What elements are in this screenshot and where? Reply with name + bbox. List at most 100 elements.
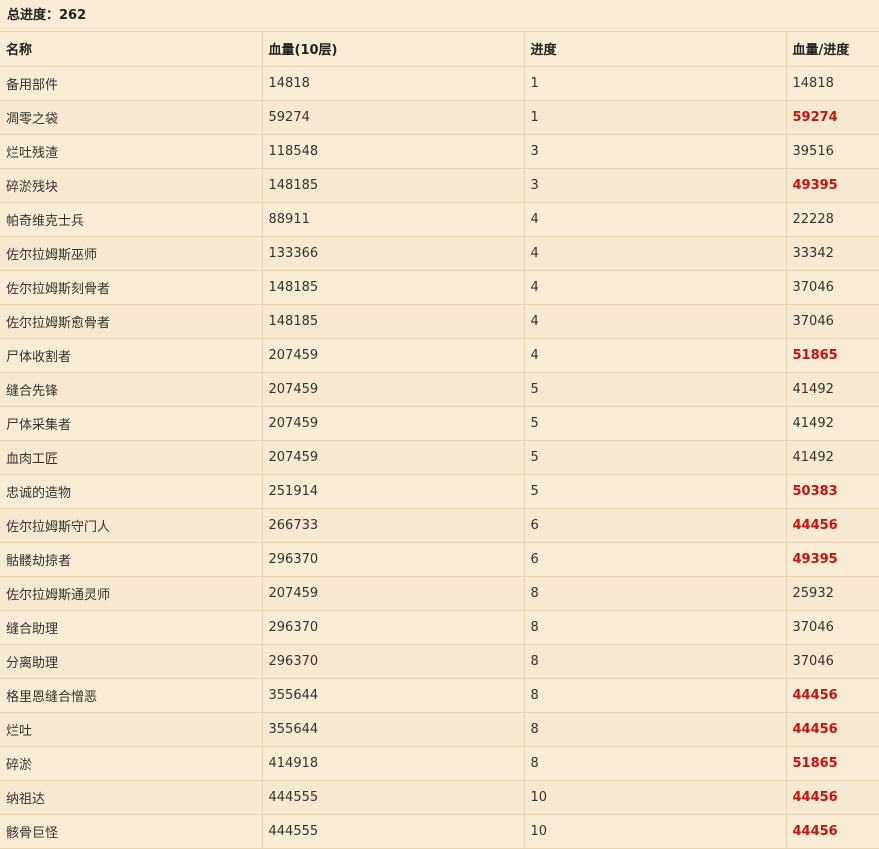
cell-hp-per-progress: 33342 (785, 236, 879, 271)
cell-progress: 8 (523, 644, 786, 679)
cell-progress: 5 (523, 474, 786, 509)
cell-progress: 4 (523, 270, 786, 305)
cell-hp-per-progress: 44456 (785, 508, 879, 543)
table-row: 缝合助理 296370 8 37046 (0, 610, 879, 645)
cell-progress: 8 (523, 746, 786, 781)
table-row: 碎淤残块 148185 3 49395 (0, 168, 879, 203)
cell-name: 佐尔拉姆斯通灵师 (0, 576, 262, 611)
cell-hp: 414918 (261, 746, 524, 781)
cell-hp: 266733 (261, 508, 524, 543)
column-header-name: 名称 (0, 32, 262, 67)
total-progress-label: 总进度： (7, 8, 60, 23)
table-row: 骸骨巨怪 444555 10 44456 (0, 814, 879, 849)
cell-progress: 5 (523, 372, 786, 407)
cell-hp-per-progress: 59274 (785, 100, 879, 135)
cell-hp: 14818 (261, 66, 524, 101)
cell-progress: 3 (523, 134, 786, 169)
cell-name: 烂吐残渣 (0, 134, 262, 169)
cell-progress: 1 (523, 66, 786, 101)
cell-hp: 444555 (261, 780, 524, 815)
cell-hp: 296370 (261, 610, 524, 645)
cell-hp-per-progress: 22228 (785, 202, 879, 237)
column-header-hp: 血量(10层) (261, 32, 524, 67)
cell-progress: 4 (523, 236, 786, 271)
cell-progress: 6 (523, 542, 786, 577)
table-row: 骷髅劫掠者 296370 6 49395 (0, 542, 879, 577)
cell-hp: 59274 (261, 100, 524, 135)
cell-hp: 207459 (261, 372, 524, 407)
cell-hp-per-progress: 51865 (785, 338, 879, 373)
cell-name: 碎淤 (0, 746, 262, 781)
cell-progress: 6 (523, 508, 786, 543)
cell-progress: 4 (523, 202, 786, 237)
cell-name: 纳祖达 (0, 780, 262, 815)
cell-progress: 5 (523, 440, 786, 475)
table-row: 凋零之袋 59274 1 59274 (0, 100, 879, 135)
table-row: 格里恩缝合憎恶 355644 8 44456 (0, 678, 879, 713)
table-row: 帕奇维克士兵 88911 4 22228 (0, 202, 879, 237)
cell-hp-per-progress: 49395 (785, 168, 879, 203)
cell-hp: 207459 (261, 406, 524, 441)
cell-progress: 8 (523, 712, 786, 747)
cell-name: 缝合先锋 (0, 372, 262, 407)
cell-name: 血肉工匠 (0, 440, 262, 475)
cell-progress: 10 (523, 814, 786, 849)
cell-hp: 148185 (261, 168, 524, 203)
cell-name: 帕奇维克士兵 (0, 202, 262, 237)
cell-hp: 88911 (261, 202, 524, 237)
cell-name: 烂吐 (0, 712, 262, 747)
cell-hp-per-progress: 41492 (785, 372, 879, 407)
cell-hp-per-progress: 25932 (785, 576, 879, 611)
cell-name: 忠诚的造物 (0, 474, 262, 509)
cell-hp: 207459 (261, 440, 524, 475)
table-row: 尸体采集者 207459 5 41492 (0, 406, 879, 441)
cell-hp-per-progress: 37046 (785, 644, 879, 679)
cell-hp-per-progress: 41492 (785, 440, 879, 475)
cell-hp: 296370 (261, 644, 524, 679)
cell-name: 缝合助理 (0, 610, 262, 645)
cell-name: 骷髅劫掠者 (0, 542, 262, 577)
cell-name: 分离助理 (0, 644, 262, 679)
cell-progress: 5 (523, 406, 786, 441)
cell-hp-per-progress: 39516 (785, 134, 879, 169)
cell-progress: 8 (523, 610, 786, 645)
cell-hp-per-progress: 49395 (785, 542, 879, 577)
cell-name: 佐尔拉姆斯巫师 (0, 236, 262, 271)
cell-name: 碎淤残块 (0, 168, 262, 203)
cell-name: 佐尔拉姆斯刻骨者 (0, 270, 262, 305)
cell-progress: 4 (523, 338, 786, 373)
cell-name: 骸骨巨怪 (0, 814, 262, 849)
cell-hp: 118548 (261, 134, 524, 169)
table-row: 烂吐 355644 8 44456 (0, 712, 879, 747)
cell-hp: 296370 (261, 542, 524, 577)
table-row: 佐尔拉姆斯巫师 133366 4 33342 (0, 236, 879, 271)
cell-name: 佐尔拉姆斯守门人 (0, 508, 262, 543)
cell-hp: 207459 (261, 576, 524, 611)
total-progress-value: 262 (59, 8, 87, 23)
cell-progress: 8 (523, 678, 786, 713)
cell-hp-per-progress: 14818 (785, 66, 879, 101)
cell-progress: 10 (523, 780, 786, 815)
enemy-progress-table: 名称 血量(10层) 进度 血量/进度 备用部件 14818 1 14818 凋零之袋 5… (0, 32, 879, 849)
column-header-progress: 进度 (523, 32, 786, 67)
cell-hp-per-progress: 44456 (785, 780, 879, 815)
cell-name: 凋零之袋 (0, 100, 262, 135)
cell-hp-per-progress: 44456 (785, 678, 879, 713)
cell-hp-per-progress: 44456 (785, 814, 879, 849)
table-row: 备用部件 14818 1 14818 (0, 66, 879, 101)
cell-name: 尸体采集者 (0, 406, 262, 441)
table-row: 佐尔拉姆斯守门人 266733 6 44456 (0, 508, 879, 543)
cell-hp: 251914 (261, 474, 524, 509)
cell-progress: 1 (523, 100, 786, 135)
cell-progress: 8 (523, 576, 786, 611)
cell-name: 格里恩缝合憎恶 (0, 678, 262, 713)
table-row: 佐尔拉姆斯愈骨者 148185 4 37046 (0, 304, 879, 339)
cell-hp-per-progress: 37046 (785, 610, 879, 645)
cell-progress: 3 (523, 168, 786, 203)
cell-hp-per-progress: 37046 (785, 304, 879, 339)
cell-hp-per-progress: 41492 (785, 406, 879, 441)
column-header-hp-per-progress: 血量/进度 (785, 32, 879, 67)
cell-hp: 444555 (261, 814, 524, 849)
cell-progress: 4 (523, 304, 786, 339)
cell-name: 尸体收割者 (0, 338, 262, 373)
